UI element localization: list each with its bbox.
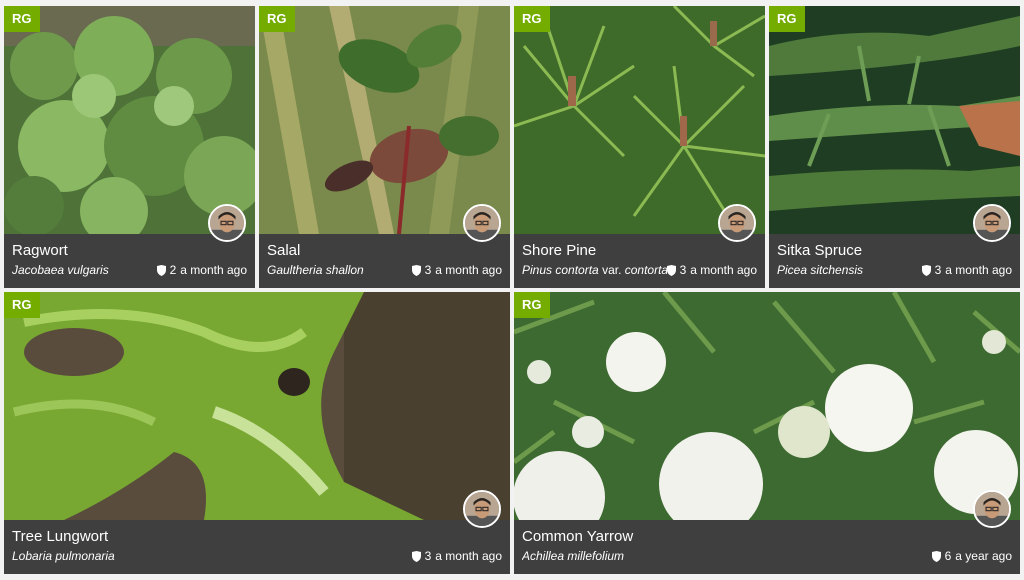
observer-avatar[interactable] <box>208 204 246 242</box>
common-name[interactable]: Shore Pine <box>522 242 757 260</box>
observation-photo[interactable] <box>259 6 510 234</box>
identification-count: 6 a year ago <box>931 548 1012 564</box>
scientific-name[interactable]: Picea sitchensis <box>777 262 863 278</box>
scientific-name[interactable]: Jacobaea vulgaris <box>12 262 109 278</box>
id-count-value: 3 <box>424 549 432 563</box>
identification-count: 2 a month ago <box>156 262 247 278</box>
card-caption: Common Yarrow Achillea millefolium 6 a y… <box>514 520 1020 574</box>
observation-photo[interactable] <box>4 292 510 520</box>
observation-photo[interactable] <box>769 6 1020 234</box>
observation-photo[interactable] <box>514 292 1020 520</box>
research-grade-badge: RG <box>514 6 550 32</box>
observation-age: a month ago <box>435 263 502 277</box>
observation-age: a month ago <box>690 263 757 277</box>
card-caption: Sitka Spruce Picea sitchensis 3 a month … <box>769 234 1020 288</box>
observation-card[interactable]: RG Tree Lungwort Lobaria pulmonaria 3 a … <box>4 292 510 574</box>
observer-avatar[interactable] <box>463 490 501 528</box>
shield-icon <box>921 264 931 276</box>
scientific-name[interactable]: Lobaria pulmonaria <box>12 548 115 564</box>
observation-age: a month ago <box>435 549 502 563</box>
observation-card[interactable]: RG Ragwort Jacobaea vulgaris 2 a month a… <box>4 6 255 288</box>
card-caption: Ragwort Jacobaea vulgaris 2 a month ago <box>4 234 255 288</box>
identification-count: 3 a month ago <box>411 262 502 278</box>
shield-icon <box>156 264 166 276</box>
observer-avatar[interactable] <box>973 204 1011 242</box>
observation-card[interactable]: RG Sitka Spruce Picea sitchensis 3 a mon… <box>769 6 1020 288</box>
observation-age: a month ago <box>180 263 247 277</box>
card-caption: Salal Gaultheria shallon 3 a month ago <box>259 234 510 288</box>
observer-avatar[interactable] <box>718 204 756 242</box>
scientific-name[interactable]: Achillea millefolium <box>522 548 624 564</box>
card-caption: Shore Pine Pinus contorta var. contorta … <box>514 234 765 288</box>
identification-count: 3 a month ago <box>411 548 502 564</box>
id-count-value: 3 <box>934 263 942 277</box>
id-count-value: 3 <box>424 263 432 277</box>
observation-photo[interactable] <box>4 6 255 234</box>
research-grade-badge: RG <box>514 292 550 318</box>
scientific-name[interactable]: Gaultheria shallon <box>267 262 364 278</box>
id-count-value: 6 <box>944 549 952 563</box>
common-name[interactable]: Salal <box>267 242 502 260</box>
shield-icon <box>411 550 421 562</box>
shield-icon <box>931 550 941 562</box>
research-grade-badge: RG <box>259 6 295 32</box>
research-grade-badge: RG <box>4 292 40 318</box>
observer-avatar[interactable] <box>463 204 501 242</box>
observation-card[interactable]: RG Shore Pine Pinus contorta var. contor… <box>514 6 765 288</box>
common-name[interactable]: Common Yarrow <box>522 528 1012 546</box>
scientific-name[interactable]: Pinus contorta var. contorta <box>522 262 667 278</box>
common-name[interactable]: Ragwort <box>12 242 247 260</box>
observation-card[interactable]: RG Salal Gaultheria shallon 3 a month ag… <box>259 6 510 288</box>
research-grade-badge: RG <box>4 6 40 32</box>
observer-avatar[interactable] <box>973 490 1011 528</box>
observation-photo[interactable] <box>514 6 765 234</box>
observation-age: a month ago <box>945 263 1012 277</box>
observation-card[interactable]: RG Common Yarrow Achillea millefolium 6 … <box>514 292 1020 574</box>
observation-age: a year ago <box>955 549 1012 563</box>
id-count-value: 2 <box>169 263 177 277</box>
shield-icon <box>411 264 421 276</box>
common-name[interactable]: Sitka Spruce <box>777 242 1012 260</box>
research-grade-badge: RG <box>769 6 805 32</box>
identification-count: 3 a month ago <box>666 262 757 278</box>
identification-count: 3 a month ago <box>921 262 1012 278</box>
card-caption: Tree Lungwort Lobaria pulmonaria 3 a mon… <box>4 520 510 574</box>
common-name[interactable]: Tree Lungwort <box>12 528 502 546</box>
id-count-value: 3 <box>679 263 687 277</box>
shield-icon <box>666 264 676 276</box>
